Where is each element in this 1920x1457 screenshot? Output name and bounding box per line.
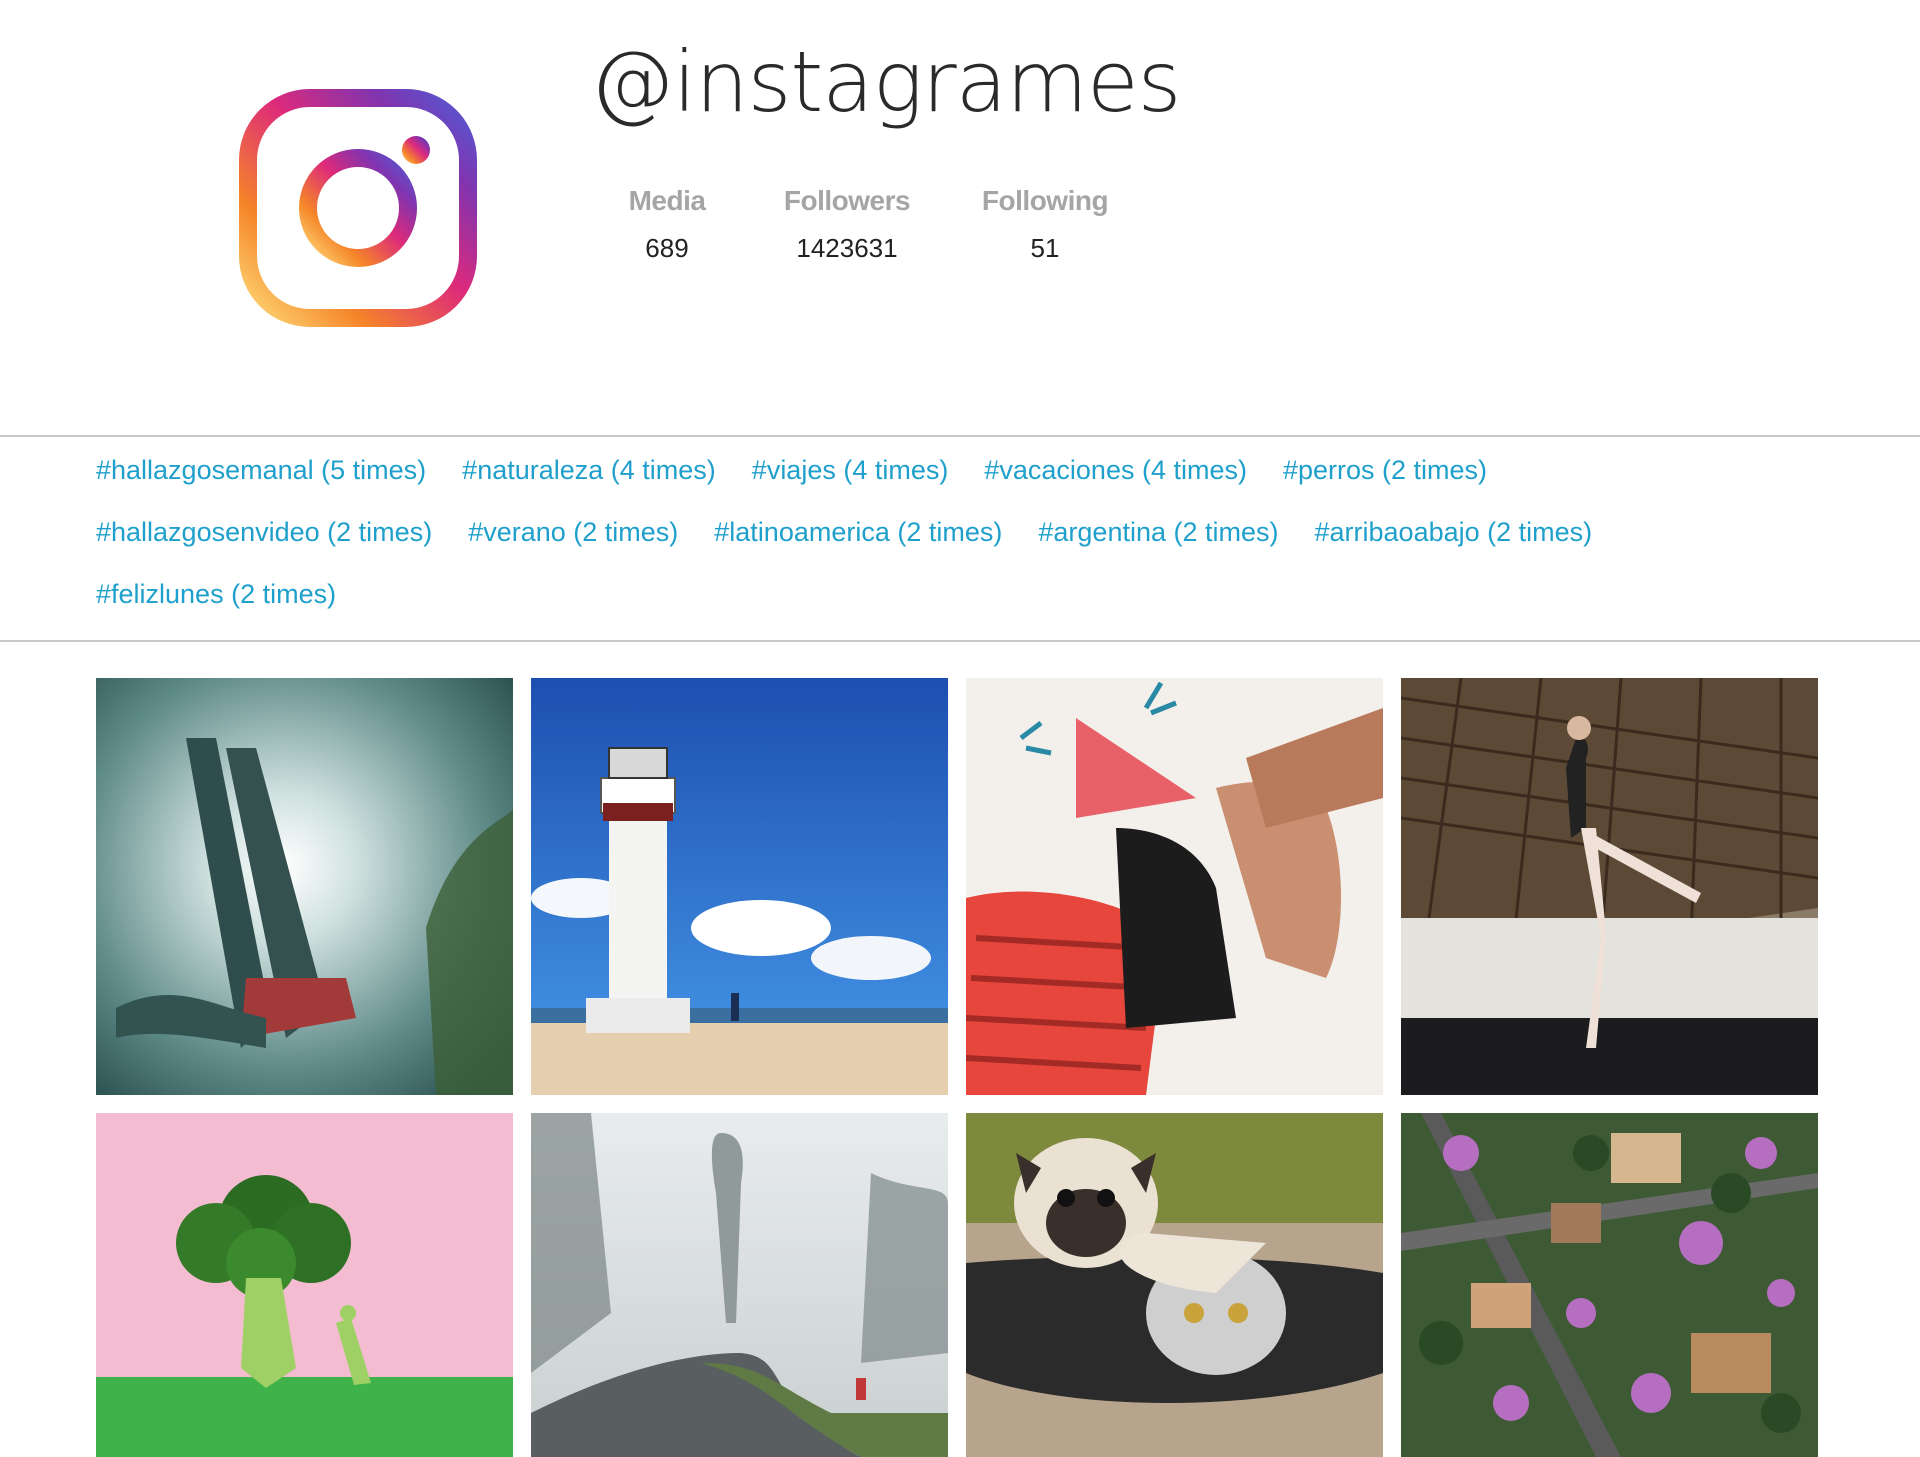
- divider: [0, 640, 1920, 642]
- underwater-swimmer-photo: [96, 678, 513, 1095]
- profile-stats: Media 689 Followers 1423631 Following 51: [610, 185, 1164, 264]
- hashtag-link[interactable]: #argentina (2 times): [1038, 514, 1278, 550]
- hashtag-link[interactable]: #naturaleza (4 times): [462, 452, 716, 488]
- photo-tile[interactable]: [531, 1113, 948, 1457]
- photo-tile[interactable]: [966, 678, 1383, 1095]
- photo-tile[interactable]: [1401, 1113, 1818, 1457]
- hashtag-link[interactable]: #felizlunes (2 times): [96, 576, 336, 612]
- profile-username: @instagrames: [590, 33, 1181, 131]
- illustration-drawing-photo: [966, 678, 1383, 1095]
- aerial-city-trees-photo: [1401, 1113, 1818, 1457]
- hashtag-link[interactable]: #hallazgosenvideo (2 times): [96, 514, 432, 550]
- photo-tile[interactable]: [966, 1113, 1383, 1457]
- hashtag-link[interactable]: #arribaoabajo (2 times): [1315, 514, 1593, 550]
- stat-value: 689: [645, 233, 689, 263]
- hashtag-link[interactable]: #perros (2 times): [1283, 452, 1487, 488]
- stat-followers: Followers 1423631: [768, 185, 926, 264]
- profile-page: @instagrames Media 689 Followers 1423631…: [0, 0, 1920, 1457]
- hashtag-link[interactable]: #vacaciones (4 times): [984, 452, 1247, 488]
- photo-grid: [96, 678, 1818, 1457]
- instagram-logo-icon: [238, 88, 478, 328]
- hashtag-link[interactable]: #hallazgosemanal (5 times): [96, 452, 426, 488]
- photo-tile[interactable]: [531, 678, 948, 1095]
- ballet-dancer-photo: [1401, 678, 1818, 1095]
- stat-label: Following: [981, 185, 1109, 216]
- hashtag-link[interactable]: #viajes (4 times): [752, 452, 949, 488]
- pug-and-cat-photo: [966, 1113, 1383, 1457]
- photo-tile[interactable]: [96, 678, 513, 1095]
- divider: [0, 435, 1920, 437]
- stat-value: 1423631: [796, 233, 898, 263]
- foggy-road-cyclist-photo: [531, 1113, 948, 1457]
- stat-media: Media 689: [610, 185, 724, 264]
- stat-following: Following 51: [970, 185, 1120, 264]
- photo-tile[interactable]: [1401, 678, 1818, 1095]
- lighthouse-beach-photo: [531, 678, 948, 1095]
- photo-tile[interactable]: [96, 1113, 513, 1457]
- hashtag-list: #hallazgosemanal (5 times) #naturaleza (…: [96, 452, 1856, 612]
- hashtag-link[interactable]: #latinoamerica (2 times): [714, 514, 1002, 550]
- stat-label: Followers: [783, 185, 911, 216]
- hashtag-link[interactable]: #verano (2 times): [468, 514, 678, 550]
- stat-value: 51: [1030, 233, 1060, 263]
- stat-label: Media: [628, 185, 706, 216]
- broccoli-figure-photo: [96, 1113, 513, 1457]
